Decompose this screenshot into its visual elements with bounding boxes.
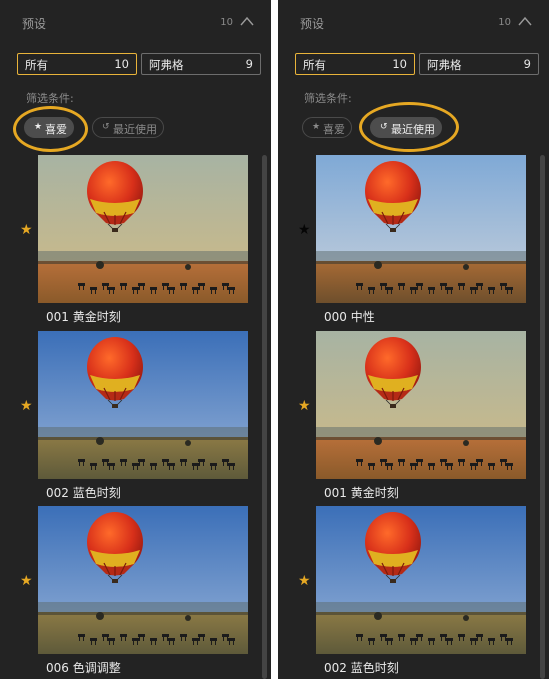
chevron-up-icon[interactable] xyxy=(517,15,533,27)
presets-header[interactable]: 预设 10 xyxy=(278,0,549,44)
favorites-chip-label: 喜爱 xyxy=(323,123,345,136)
recent-filter-chip[interactable]: ↺ 最近使用 xyxy=(92,117,164,138)
tab-agfa-label: 阿弗格 xyxy=(149,58,184,72)
preset-item[interactable]: ★ xyxy=(0,331,262,507)
preset-name: 001 黄金时刻 xyxy=(324,486,399,500)
tab-agfa[interactable]: 阿弗格 9 xyxy=(419,53,539,75)
preset-name: 002 蓝色时刻 xyxy=(46,486,121,500)
preset-item[interactable]: ★ xyxy=(0,506,262,679)
tab-all-count: 10 xyxy=(114,57,129,71)
preset-thumbnail xyxy=(38,331,248,479)
presets-panel-left: 预设 10 所有 10 阿弗格 9 筛选条件: ★ 喜爱 ↺ 最近使用 ★ 00… xyxy=(0,0,271,679)
preset-name: 002 蓝色时刻 xyxy=(324,661,399,675)
preset-item[interactable]: ★ xyxy=(0,155,262,331)
favorite-star-icon[interactable]: ★ xyxy=(298,399,311,413)
favorite-star-icon[interactable]: ★ xyxy=(20,399,33,413)
favorite-star-icon[interactable]: ★ xyxy=(20,574,33,588)
favorites-filter-chip[interactable]: ★ 喜爱 xyxy=(302,117,352,138)
chevron-up-icon[interactable] xyxy=(239,15,255,27)
presets-count: 10 xyxy=(220,17,233,28)
tab-agfa[interactable]: 阿弗格 9 xyxy=(141,53,261,75)
presets-title: 预设 xyxy=(22,17,47,31)
preset-name: 000 中性 xyxy=(324,310,375,324)
presets-panel-right: 预设 10 所有 10 阿弗格 9 筛选条件: ★ 喜爱 ↺ 最近使用 ★ 00… xyxy=(278,0,549,679)
tab-all[interactable]: 所有 10 xyxy=(295,53,415,75)
preset-thumbnail xyxy=(316,506,526,654)
tab-all-count: 10 xyxy=(392,57,407,71)
filter-label: 筛选条件: xyxy=(26,92,74,105)
tab-agfa-count: 9 xyxy=(523,57,531,71)
recent-chip-label: 最近使用 xyxy=(113,123,157,136)
presets-count: 10 xyxy=(498,17,511,28)
preset-thumbnail xyxy=(38,506,248,654)
filter-label: 筛选条件: xyxy=(304,92,352,105)
star-icon: ★ xyxy=(312,122,321,132)
preset-thumbnail xyxy=(38,155,248,303)
preset-item[interactable]: ★ xyxy=(278,331,540,507)
scrollbar[interactable] xyxy=(262,155,267,679)
presets-title: 预设 xyxy=(300,17,325,31)
highlight-circle xyxy=(13,106,88,152)
preset-thumbnail xyxy=(316,155,526,303)
preset-thumbnail xyxy=(316,331,526,479)
preset-name: 001 黄金时刻 xyxy=(46,310,121,324)
favorite-star-icon[interactable]: ★ xyxy=(20,223,33,237)
favorite-star-icon[interactable]: ★ xyxy=(298,574,311,588)
favorite-star-icon[interactable]: ★ xyxy=(298,223,311,237)
tab-all-label: 所有 xyxy=(303,58,326,72)
tab-agfa-label: 阿弗格 xyxy=(427,58,462,72)
preset-item[interactable]: ★ xyxy=(278,155,540,331)
history-icon: ↺ xyxy=(102,122,110,132)
preset-name: 006 色调调整 xyxy=(46,661,121,675)
presets-header[interactable]: 预设 10 xyxy=(0,0,271,44)
scrollbar[interactable] xyxy=(540,155,545,679)
preset-item[interactable]: ★ xyxy=(278,506,540,679)
highlight-circle xyxy=(359,102,459,152)
tab-all-label: 所有 xyxy=(25,58,48,72)
tab-agfa-count: 9 xyxy=(245,57,253,71)
tab-all[interactable]: 所有 10 xyxy=(17,53,137,75)
